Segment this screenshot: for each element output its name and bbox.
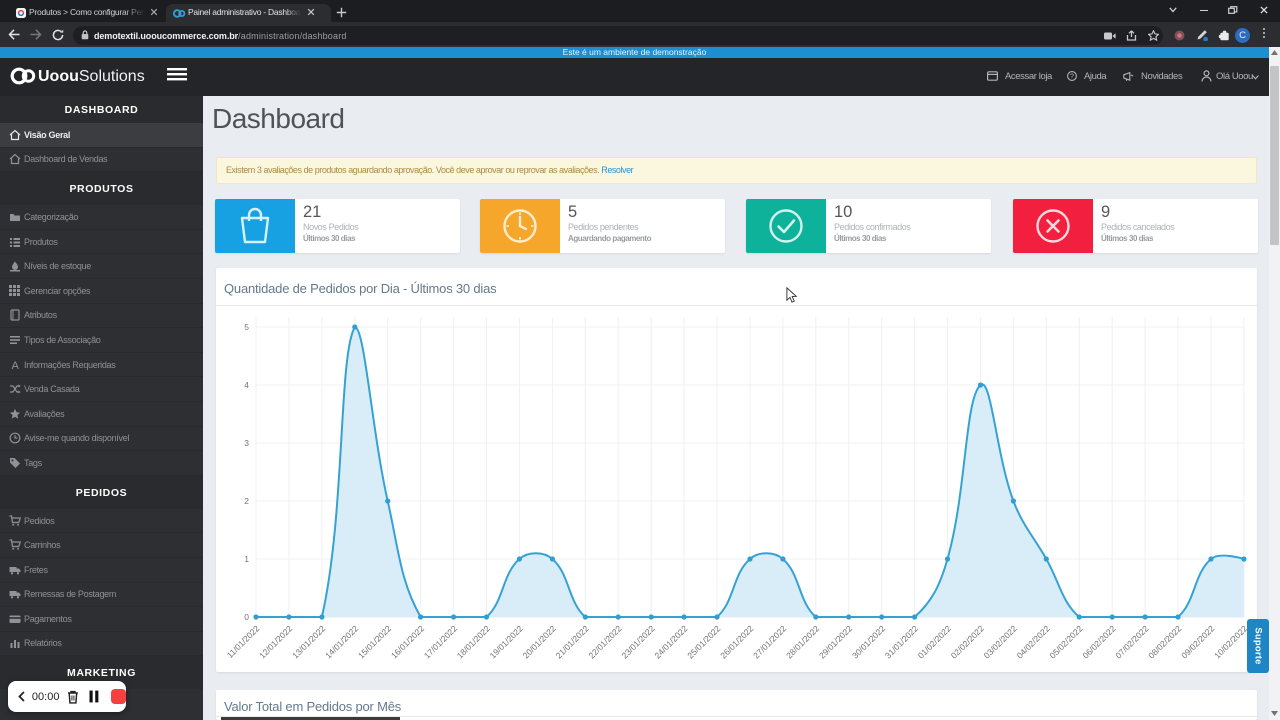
svg-text:01/02/2022: 01/02/2022 <box>916 623 953 660</box>
svg-text:20/01/2022: 20/01/2022 <box>521 623 558 660</box>
svg-text:5: 5 <box>244 322 249 332</box>
svg-text:31/01/2022: 31/01/2022 <box>883 623 920 660</box>
svg-text:16/01/2022: 16/01/2022 <box>389 623 426 660</box>
svg-text:2: 2 <box>244 496 249 506</box>
svg-text:1: 1 <box>244 554 249 564</box>
svg-text:24/01/2022: 24/01/2022 <box>652 623 689 660</box>
svg-text:06/02/2022: 06/02/2022 <box>1080 623 1117 660</box>
svg-text:26/01/2022: 26/01/2022 <box>718 623 755 660</box>
svg-text:04/02/2022: 04/02/2022 <box>1015 623 1052 660</box>
svg-text:23/01/2022: 23/01/2022 <box>619 623 656 660</box>
svg-text:28/01/2022: 28/01/2022 <box>784 623 821 660</box>
svg-text:0: 0 <box>244 612 249 622</box>
svg-text:12/01/2022: 12/01/2022 <box>257 623 294 660</box>
svg-text:19/01/2022: 19/01/2022 <box>488 623 525 660</box>
svg-text:30/01/2022: 30/01/2022 <box>850 623 887 660</box>
svg-text:07/02/2022: 07/02/2022 <box>1113 623 1150 660</box>
svg-text:27/01/2022: 27/01/2022 <box>751 623 788 660</box>
svg-text:18/01/2022: 18/01/2022 <box>455 623 492 660</box>
svg-text:4: 4 <box>244 380 249 390</box>
svg-text:10/02/2022: 10/02/2022 <box>1212 623 1249 660</box>
svg-text:14/01/2022: 14/01/2022 <box>323 623 360 660</box>
svg-text:17/01/2022: 17/01/2022 <box>422 623 459 660</box>
svg-text:11/01/2022: 11/01/2022 <box>225 623 262 660</box>
svg-text:03/02/2022: 03/02/2022 <box>982 623 1019 660</box>
svg-text:05/02/2022: 05/02/2022 <box>1047 623 1084 660</box>
svg-text:13/01/2022: 13/01/2022 <box>290 623 327 660</box>
svg-text:15/01/2022: 15/01/2022 <box>356 623 393 660</box>
svg-text:25/01/2022: 25/01/2022 <box>685 623 722 660</box>
svg-text:29/01/2022: 29/01/2022 <box>817 623 854 660</box>
svg-text:A: A <box>11 360 19 371</box>
svg-text:08/02/2022: 08/02/2022 <box>1146 623 1183 660</box>
svg-text:?: ? <box>1070 73 1074 80</box>
svg-text:21/01/2022: 21/01/2022 <box>554 623 591 660</box>
svg-text:22/01/2022: 22/01/2022 <box>586 623 623 660</box>
svg-text:3: 3 <box>244 438 249 448</box>
svg-text:09/02/2022: 09/02/2022 <box>1179 623 1216 660</box>
svg-text:02/02/2022: 02/02/2022 <box>949 623 986 660</box>
